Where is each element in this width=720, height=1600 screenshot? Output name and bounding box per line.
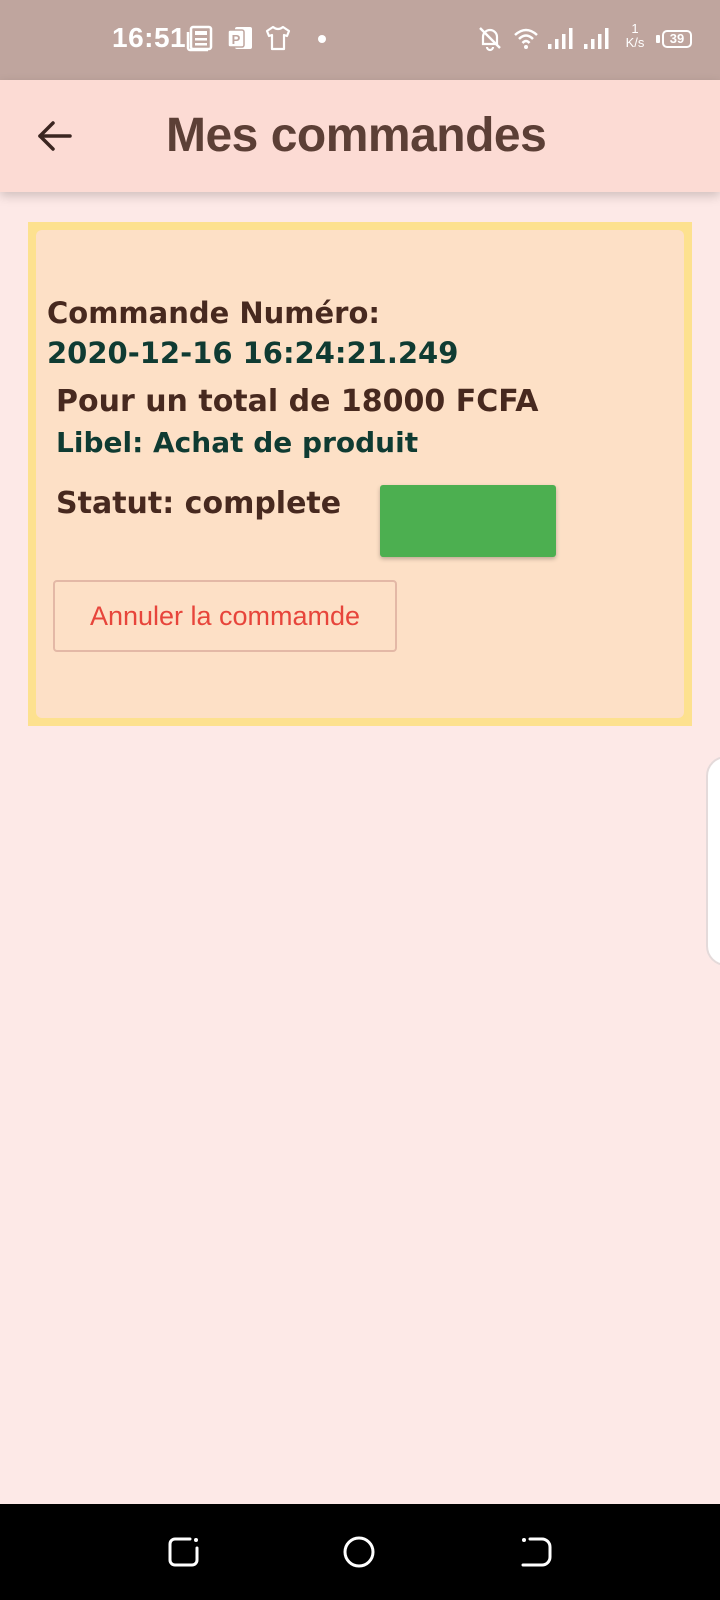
back-icon	[521, 1537, 552, 1567]
navigation-bar	[0, 1504, 720, 1600]
net-speed-unit: K/s	[625, 35, 645, 50]
news-icon	[186, 25, 213, 52]
order-card-body: Commande Numéro: 2020-12-16 16:24:21.249…	[36, 230, 684, 718]
system-back-button[interactable]	[518, 1534, 554, 1570]
tshirt-icon	[265, 25, 291, 51]
order-number-value: 2020-12-16 16:24:21.249	[47, 336, 459, 370]
powerpoint-icon: P	[227, 27, 252, 49]
signal-icon	[548, 28, 573, 49]
back-button[interactable]	[26, 106, 86, 166]
svg-text:P: P	[232, 32, 241, 47]
battery-icon: 39	[662, 30, 692, 48]
status-bar: 16:51 P 1 K/s 39	[0, 0, 720, 80]
net-speed: 1 K/s	[622, 22, 648, 50]
arrow-back-icon	[38, 121, 72, 151]
order-total: Pour un total de 18000 FCFA	[56, 384, 539, 419]
order-card: Commande Numéro: 2020-12-16 16:24:21.249…	[28, 222, 692, 726]
order-number-label: Commande Numéro:	[47, 296, 381, 330]
order-status: Statut: complete	[56, 486, 342, 521]
notification-dot	[318, 35, 326, 43]
order-libel: Libel: Achat de produit	[56, 426, 419, 459]
home-icon	[343, 1536, 375, 1568]
battery-tip	[656, 35, 660, 43]
recent-apps-button[interactable]	[166, 1534, 202, 1570]
status-indicator	[380, 485, 556, 557]
cancel-order-button[interactable]: Annuler la commamde	[53, 580, 397, 652]
status-time: 16:51	[112, 22, 187, 53]
home-button[interactable]	[341, 1534, 377, 1570]
app-bar: Mes commandes	[0, 80, 720, 192]
wifi-icon	[514, 28, 538, 49]
mute-bell-icon	[479, 27, 501, 52]
page-title: Mes commandes	[166, 109, 547, 162]
signal-icon	[584, 28, 609, 49]
net-speed-value: 1	[631, 21, 639, 36]
recent-apps-icon	[168, 1537, 199, 1567]
edge-panel-handle[interactable]	[706, 756, 720, 966]
